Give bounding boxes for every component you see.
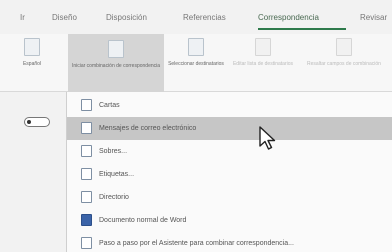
menu-item-label: Cartas: [99, 102, 120, 109]
menu-item-step-by-step-wizard[interactable]: Paso a paso por el Asistente para combin…: [67, 232, 392, 252]
menu-item-label: Directorio: [99, 194, 129, 201]
menu-item-email-messages[interactable]: Mensajes de correo electrónico: [67, 117, 392, 140]
tab-inicio[interactable]: Ir: [20, 13, 25, 22]
word-document-icon: [81, 214, 92, 226]
edit-recipient-list-button[interactable]: Editar lista de destinatarios: [230, 38, 296, 68]
envelope-icon: [81, 145, 92, 157]
edit-recipient-list-label: Editar lista de destinatarios: [232, 61, 294, 67]
edit-list-icon: [255, 38, 271, 56]
highlight-merge-fields-label: Resaltar campos de combinación: [307, 61, 381, 67]
mouse-pointer-icon: [259, 126, 276, 150]
menu-item-directorio[interactable]: Directorio: [67, 186, 392, 209]
active-tab-indicator: [258, 28, 346, 30]
menu-item-cartas[interactable]: Cartas: [67, 94, 392, 117]
start-mail-merge-menu: Cartas Mensajes de correo electrónico So…: [66, 92, 392, 252]
menu-item-label: Mensajes de correo electrónico: [99, 125, 197, 132]
ribbon-tab-bar: Ir Diseño Disposición Referencias Corres…: [0, 0, 392, 34]
document-left-margin: [0, 92, 66, 252]
language-button[interactable]: Español: [12, 38, 52, 68]
menu-item-label: Paso a paso por el Asistente para combin…: [99, 240, 294, 247]
language-button-label: Español: [22, 61, 42, 67]
menu-item-label: Sobres...: [99, 148, 128, 155]
tab-referencias[interactable]: Referencias: [183, 13, 226, 22]
email-message-icon: [81, 122, 92, 134]
tab-correspondencia[interactable]: Correspondencia: [258, 13, 319, 22]
menu-item-label: Etiquetas...: [99, 171, 135, 178]
label-icon: [81, 168, 92, 180]
tab-revisar[interactable]: Revisar: [360, 13, 387, 22]
toggle-switch[interactable]: [24, 117, 50, 127]
start-mail-merge-button[interactable]: Iniciar combinación de correspondencia: [68, 34, 164, 92]
highlight-merge-fields-button[interactable]: Resaltar campos de combinación: [304, 38, 384, 68]
mail-merge-icon: [108, 40, 124, 58]
tab-disposicion[interactable]: Disposición: [106, 13, 147, 22]
menu-item-sobres[interactable]: Sobres...: [67, 140, 392, 163]
envelope-icon: [24, 38, 40, 56]
menu-item-label: Documento normal de Word: [99, 217, 187, 224]
select-recipients-button[interactable]: Seleccionar destinatarios: [166, 38, 226, 68]
menu-item-etiquetas[interactable]: Etiquetas...: [67, 163, 392, 186]
recipients-icon: [188, 38, 204, 56]
highlight-fields-icon: [336, 38, 352, 56]
tab-diseno[interactable]: Diseño: [52, 13, 77, 22]
menu-item-normal-word-document[interactable]: Documento normal de Word: [67, 209, 392, 232]
select-recipients-label: Seleccionar destinatarios: [168, 61, 224, 67]
letter-icon: [81, 99, 92, 111]
directory-icon: [81, 191, 92, 203]
wizard-icon: [81, 237, 92, 249]
ribbon-correspondencia: Español Iniciar combinación de correspon…: [0, 34, 392, 92]
start-mail-merge-label: Iniciar combinación de correspondencia: [71, 63, 161, 69]
